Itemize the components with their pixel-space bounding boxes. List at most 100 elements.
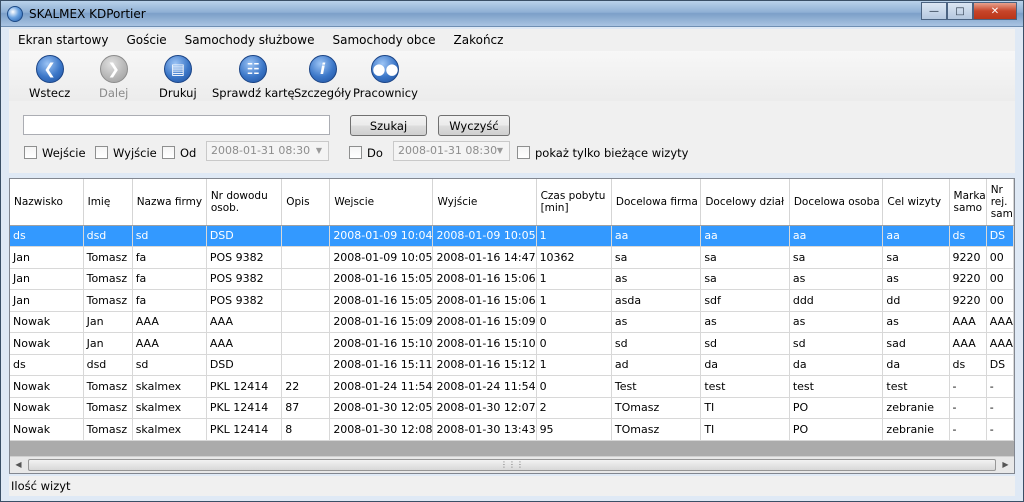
exits-checkbox[interactable] — [95, 146, 108, 159]
menu-exit[interactable]: Zakończ — [445, 30, 513, 50]
column-header[interactable]: Cel wizyty — [882, 179, 950, 226]
scroll-right-icon[interactable]: ▶ — [997, 457, 1014, 473]
table-cell: ds — [10, 225, 84, 247]
table-cell: da — [882, 354, 950, 376]
chevron-down-icon[interactable]: ▼ — [312, 144, 326, 158]
table-cell: 2008-01-24 11:54 — [329, 375, 434, 398]
chevron-down-icon[interactable]: ▼ — [493, 144, 507, 158]
minimize-button[interactable]: — — [921, 2, 947, 20]
clear-button[interactable]: Wyczyść — [438, 115, 510, 136]
menu-company-cars[interactable]: Samochody służbowe — [176, 30, 324, 50]
table-cell: 2 — [536, 397, 612, 419]
employees-button[interactable]: ●● Pracownicy — [353, 55, 418, 100]
table-cell: Jan — [83, 332, 133, 355]
back-button[interactable]: ❮ Wstecz — [29, 55, 70, 100]
column-header[interactable]: Wyjście — [432, 179, 537, 226]
search-button[interactable]: Szukaj — [350, 115, 427, 136]
forward-button[interactable]: ❯ Dalej — [99, 55, 128, 100]
table-cell: Jan — [10, 268, 84, 290]
table-cell: dsd — [83, 225, 133, 247]
users-icon: ●● — [371, 55, 400, 83]
table-cell: Nowak — [10, 311, 84, 333]
arrow-left-icon: ❮ — [35, 55, 64, 83]
table-cell: AAA — [986, 311, 1014, 333]
current-only-checkbox[interactable] — [517, 146, 530, 159]
table-cell: 2008-01-09 10:04 — [329, 225, 434, 247]
toolbar: ❮ Wstecz ❯ Dalej ▤ Drukuj ☷ Sprawdź kart… — [9, 51, 1015, 101]
table-cell: 00 — [986, 289, 1014, 312]
table-cell: as — [700, 311, 790, 333]
table-cell: 2008-01-16 15:06 — [432, 289, 537, 312]
table-cell: ds — [10, 354, 84, 376]
menu-guests[interactable]: Goście — [117, 30, 175, 50]
column-header[interactable]: Wejscie — [329, 179, 434, 226]
column-header[interactable]: Docelowa firma — [611, 179, 702, 226]
table-cell: TOmasz — [611, 397, 702, 419]
column-header[interactable]: Opis — [281, 179, 331, 226]
check-card-button[interactable]: ☷ Sprawdź kartę — [212, 55, 295, 100]
table-cell: ad — [611, 354, 702, 376]
entries-checkbox[interactable] — [24, 146, 37, 159]
table-cell: aa — [789, 225, 884, 247]
table-row[interactable]: Jan Tomasz fa POS 9382 2008-01-16 15:05 2008-… — [10, 289, 1014, 312]
table-cell: 1 — [536, 268, 612, 290]
column-header[interactable]: Imię — [83, 179, 133, 226]
title-bar[interactable]: SKALMEX KDPortier — □ ✕ — [1, 1, 1023, 27]
from-checkbox[interactable] — [162, 146, 175, 159]
table-cell: aa — [700, 225, 790, 247]
table-cell: skalmex — [132, 375, 207, 398]
table-cell: 00 — [986, 246, 1014, 269]
table-cell: 2008-01-30 12:08 — [329, 418, 434, 441]
to-label: Do — [367, 146, 383, 160]
table-row[interactable]: ds dsd sd DSD 2008-01-09 10:04 2008-01-09 10:… — [10, 225, 1014, 247]
table-cell: test — [789, 375, 884, 398]
table-row[interactable]: Nowak Jan AAA AAA 2008-01-16 15:09 2008-01-16… — [10, 311, 1014, 333]
table-cell: POS 9382 — [206, 289, 283, 312]
table-row[interactable]: ds dsd sd DSD 2008-01-16 15:11 2008-01-16 15:… — [10, 354, 1014, 376]
table-cell: Tomasz — [83, 418, 133, 441]
table-cell — [281, 289, 331, 312]
table-row[interactable]: Nowak Tomasz skalmex PKL 12414 87 2008-01-30 … — [10, 397, 1014, 419]
print-button[interactable]: ▤ Drukuj — [159, 55, 197, 100]
scroll-left-icon[interactable]: ◀ — [10, 457, 27, 473]
table-cell: fa — [132, 289, 207, 312]
table-row[interactable]: Nowak Tomasz skalmex PKL 12414 22 2008-01-24 … — [10, 375, 1014, 398]
menu-external-cars[interactable]: Samochody obce — [323, 30, 444, 50]
table-cell: DS — [986, 354, 1014, 376]
details-button[interactable]: i Szczegóły — [294, 55, 351, 100]
table-cell: Tomasz — [83, 375, 133, 398]
window-title: SKALMEX KDPortier — [29, 7, 146, 21]
menu-home[interactable]: Ekran startowy — [9, 30, 117, 50]
table-cell: sa — [700, 268, 790, 290]
maximize-button[interactable]: □ — [947, 2, 973, 20]
column-header[interactable]: Nazwa firmy — [132, 179, 207, 226]
column-header[interactable]: Nazwisko — [10, 179, 84, 226]
table-cell: 10362 — [536, 246, 612, 269]
table-cell: sa — [789, 246, 884, 269]
table-row[interactable]: Jan Tomasz fa POS 9382 2008-01-09 10:05 2008-… — [10, 246, 1014, 269]
to-date-picker[interactable]: 2008-01-31 08:30 ▼ — [393, 141, 510, 161]
visits-grid: Nazwisko Imię Nazwa firmy Nr dowodu osob… — [9, 178, 1015, 474]
table-cell: ds — [949, 225, 987, 247]
scroll-thumb[interactable]: ⋮⋮⋮ — [28, 459, 996, 471]
table-cell: dsd — [83, 354, 133, 376]
table-cell: 2008-01-16 15:11 — [329, 354, 434, 376]
table-row[interactable]: Nowak Tomasz skalmex PKL 12414 8 2008-01-30 1… — [10, 418, 1014, 441]
table-cell: Nowak — [10, 332, 84, 355]
horizontal-scrollbar[interactable]: ◀ ⋮⋮⋮ ▶ — [10, 456, 1014, 473]
column-header[interactable]: Nr dowodu osob. — [206, 179, 283, 226]
table-row[interactable]: Jan Tomasz fa POS 9382 2008-01-16 15:05 2008-… — [10, 268, 1014, 290]
column-header[interactable]: Czas pobytu [min] — [536, 179, 612, 226]
table-cell: 2008-01-30 12:05 — [329, 397, 434, 419]
column-header[interactable]: Docelowy dział — [700, 179, 790, 226]
table-cell: sd — [132, 354, 207, 376]
column-header[interactable]: Docelowa osoba — [789, 179, 884, 226]
to-checkbox[interactable] — [349, 146, 362, 159]
column-header[interactable]: Nr rej. sam — [986, 179, 1014, 226]
close-button[interactable]: ✕ — [973, 2, 1017, 20]
to-date-value: 2008-01-31 08:30 — [398, 144, 498, 157]
table-row[interactable]: Nowak Jan AAA AAA 2008-01-16 15:10 2008-01-16… — [10, 332, 1014, 355]
search-input[interactable] — [23, 115, 330, 135]
from-date-picker[interactable]: 2008-01-31 08:30 ▼ — [206, 141, 329, 161]
column-header[interactable]: Marka samo — [949, 179, 987, 226]
